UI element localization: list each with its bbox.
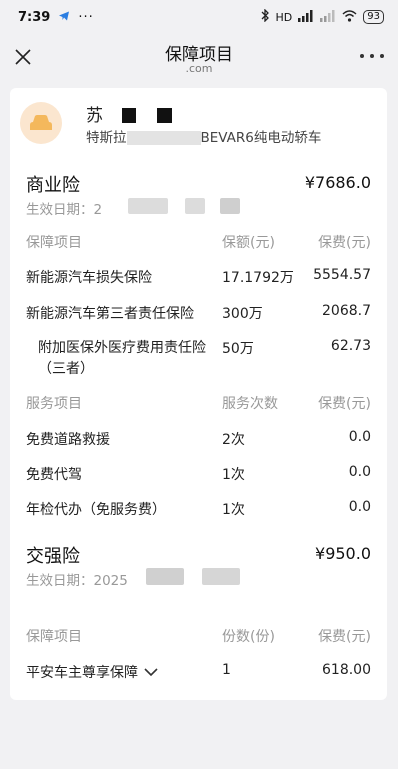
commercial-insurance-title: 商业险 xyxy=(26,175,80,196)
status-time: 7:39 xyxy=(18,9,51,25)
header-coverage: 保额(元) xyxy=(222,235,275,251)
nav-bar: 保障项目 .com xyxy=(0,34,398,84)
item-coverage: 300万 xyxy=(222,306,263,322)
redaction-blur xyxy=(185,198,205,214)
item-name: 新能源汽车损失保险 xyxy=(26,270,152,286)
network-label: HD xyxy=(275,10,293,24)
vehicle-info: 苏 特斯拉 BEVAR6纯电动轿车 xyxy=(20,100,377,150)
redaction-blur xyxy=(220,198,240,214)
service-count: 1次 xyxy=(222,502,245,518)
commercial-table-header: 保障项目 保额(元) 保费(元) xyxy=(26,232,371,254)
item-name: 平安车主尊享保障 xyxy=(26,665,138,681)
item-premium: 5554.57 xyxy=(313,267,371,283)
item-coverage: 50万 xyxy=(222,341,254,357)
header-service-count: 服务次数 xyxy=(222,396,278,412)
status-dots: ··· xyxy=(78,9,94,25)
header-count: 份数(份) xyxy=(222,629,275,645)
header-item: 保障项目 xyxy=(26,235,82,251)
item-premium: 618.00 xyxy=(322,662,371,678)
table-row[interactable]: 平安车主尊享保障 1 618.00 xyxy=(26,662,371,684)
page-domain: .com xyxy=(185,62,213,75)
item-name: 附加医保外医疗费用责任险（三者） xyxy=(38,340,206,377)
vehicle-model-prefix: 特斯拉 xyxy=(86,130,127,146)
service-count: 2次 xyxy=(222,432,245,448)
header-premium: 保费(元) xyxy=(318,629,371,645)
redaction-mask xyxy=(122,108,136,123)
item-count: 1 xyxy=(222,662,231,678)
vehicle-model-suffix: BEVAR6纯电动轿车 xyxy=(200,130,322,146)
table-row: 新能源汽车损失保险 17.1792万 5554.57 xyxy=(26,267,371,289)
header-service-item: 服务项目 xyxy=(26,396,82,412)
header-premium: 保费(元) xyxy=(318,235,371,251)
redaction-blur xyxy=(126,131,201,145)
service-name: 免费代驾 xyxy=(26,467,82,483)
compulsory-table-header: 保障项目 份数(份) 保费(元) xyxy=(26,626,371,648)
header-service-premium: 保费(元) xyxy=(318,396,371,412)
compulsory-insurance-amount: ¥950.0 xyxy=(315,544,371,563)
wifi-icon xyxy=(342,9,357,25)
redaction-mask xyxy=(157,108,172,123)
header-item: 保障项目 xyxy=(26,629,82,645)
table-row: 免费代驾 1次 0.0 xyxy=(26,464,371,486)
more-dot-icon xyxy=(380,54,384,58)
item-name: 新能源汽车第三者责任保险 xyxy=(26,306,194,322)
car-icon xyxy=(20,102,62,144)
item-name-group[interactable]: 平安车主尊享保障 xyxy=(26,662,158,682)
service-premium: 0.0 xyxy=(348,429,371,445)
signal-2-icon xyxy=(320,9,336,25)
service-name: 年检代办（免服务费） xyxy=(26,502,166,518)
signal-icon xyxy=(298,9,314,25)
service-count: 1次 xyxy=(222,467,245,483)
table-row: 年检代办（免服务费） 1次 0.0 xyxy=(26,499,371,521)
vehicle-model: 特斯拉 BEVAR6纯电动轿车 xyxy=(86,126,321,146)
more-dot-icon xyxy=(370,54,374,58)
redaction-blur xyxy=(146,568,184,585)
item-premium: 62.73 xyxy=(330,338,371,354)
service-premium: 0.0 xyxy=(348,464,371,480)
redaction-blur xyxy=(128,198,168,214)
telegram-icon xyxy=(58,10,70,25)
redaction-blur xyxy=(202,568,240,585)
status-bar: 7:39 ··· HD 93 xyxy=(0,0,398,34)
table-row: 免费道路救援 2次 0.0 xyxy=(26,429,371,451)
compulsory-effective-date: 生效日期：2025 xyxy=(26,573,128,589)
service-premium: 0.0 xyxy=(348,499,371,515)
service-table-header: 服务项目 服务次数 保费(元) xyxy=(26,393,371,415)
table-row: 新能源汽车第三者责任保险 300万 2068.7 xyxy=(26,303,371,325)
commercial-insurance-amount: ¥7686.0 xyxy=(304,173,371,192)
owner-name: 苏 xyxy=(86,106,103,126)
chevron-down-icon[interactable] xyxy=(144,665,158,681)
item-coverage: 17.1792万 xyxy=(222,270,294,286)
coverage-card: 苏 特斯拉 BEVAR6纯电动轿车 商业险 ¥7686.0 生效日期：2 保障项目… xyxy=(10,88,387,700)
battery-icon: 93 xyxy=(363,10,384,24)
more-dot-icon xyxy=(360,54,364,58)
table-row: 附加医保外医疗费用责任险（三者） 50万 62.73 xyxy=(26,338,371,380)
bluetooth-icon xyxy=(260,8,270,25)
item-premium: 2068.7 xyxy=(322,303,371,319)
more-menu-button[interactable] xyxy=(360,46,384,66)
service-name: 免费道路救援 xyxy=(26,432,110,448)
compulsory-insurance-title: 交强险 xyxy=(26,546,80,567)
commercial-effective-date: 生效日期：2 xyxy=(26,202,103,218)
status-right: HD 93 xyxy=(260,8,384,25)
